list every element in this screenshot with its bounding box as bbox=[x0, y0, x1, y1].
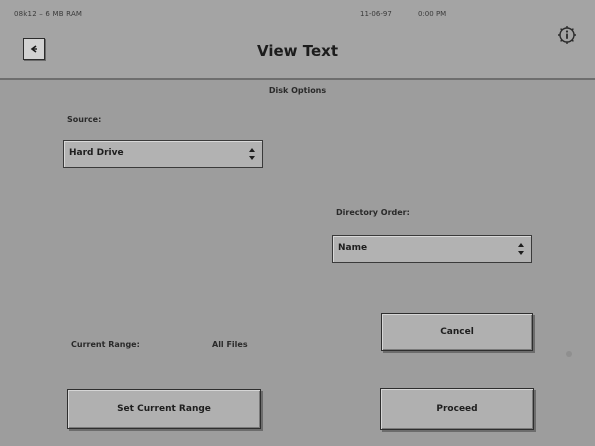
set-current-range-button[interactable]: Set Current Range bbox=[67, 389, 261, 429]
indicator-dot bbox=[566, 351, 572, 357]
date-readout: 11-06-97 bbox=[360, 10, 392, 18]
up-down-arrow-icon bbox=[249, 148, 255, 160]
header-bar: 08k12 – 6 MB RAM 11-06-97 0:00 PM View T… bbox=[0, 0, 595, 80]
source-label: Source: bbox=[67, 115, 102, 124]
up-down-arrow-icon bbox=[518, 243, 524, 255]
time-readout: 0:00 PM bbox=[418, 10, 447, 18]
directory-order-selected-value: Name bbox=[338, 243, 368, 253]
proceed-button[interactable]: Proceed bbox=[380, 388, 534, 430]
view-text-screen: 08k12 – 6 MB RAM 11-06-97 0:00 PM View T… bbox=[0, 0, 595, 446]
source-selected-value: Hard Drive bbox=[69, 148, 124, 158]
current-range-label: Current Range: bbox=[71, 340, 140, 349]
page-title: View Text bbox=[257, 42, 338, 60]
cancel-button[interactable]: Cancel bbox=[381, 313, 533, 351]
source-dropdown[interactable]: Hard Drive bbox=[63, 140, 263, 168]
directory-order-label: Directory Order: bbox=[336, 208, 410, 217]
status-text: 08k12 – 6 MB RAM bbox=[14, 10, 83, 18]
directory-order-dropdown[interactable]: Name bbox=[332, 235, 532, 263]
info-icon[interactable] bbox=[556, 24, 578, 46]
disk-options-label: Disk Options bbox=[268, 86, 327, 95]
current-range-value: All Files bbox=[212, 340, 248, 349]
